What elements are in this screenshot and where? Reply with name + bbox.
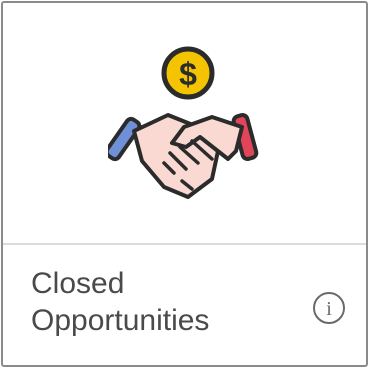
tile-divider — [3, 243, 366, 245]
handshake-dollar-icon: $ — [108, 46, 259, 199]
closed-opportunities-tile[interactable]: $ Closed Opportunities i — [1, 1, 368, 367]
info-icon: i — [313, 292, 345, 324]
info-button[interactable]: i — [311, 290, 347, 326]
tile-title: Closed Opportunities — [31, 265, 281, 339]
coin-symbol: $ — [179, 56, 197, 92]
info-glyph: i — [326, 298, 332, 320]
tile-title-line-1: Closed — [31, 267, 125, 300]
tile-icon-area: $ — [3, 3, 366, 243]
dollar-coin-icon: $ — [161, 46, 215, 100]
tile-title-line-2: Opportunities — [31, 304, 210, 337]
